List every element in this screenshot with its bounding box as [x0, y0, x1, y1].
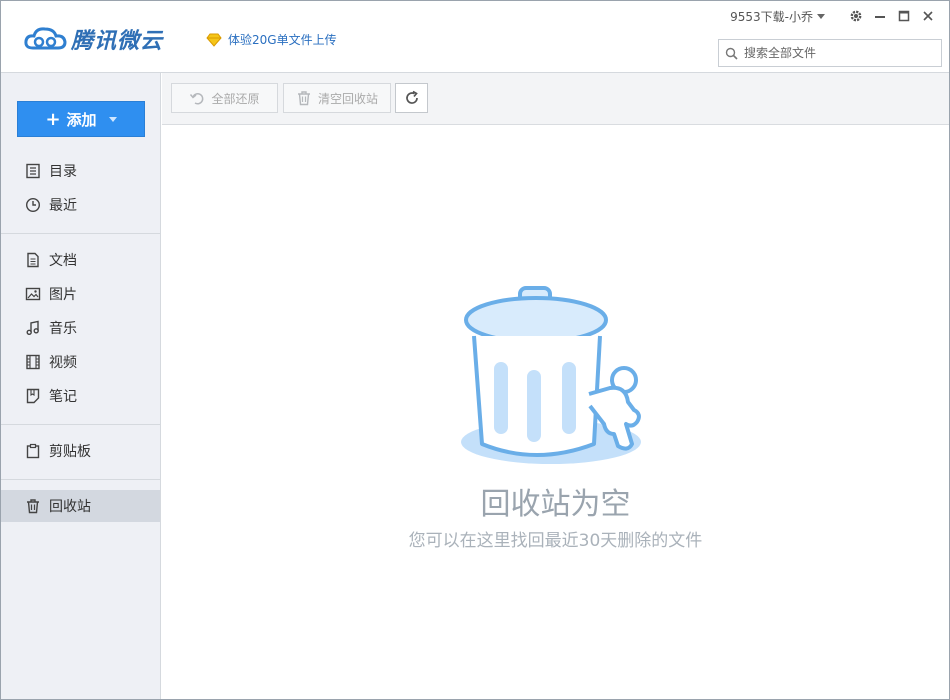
cloud-logo-icon: [24, 27, 67, 50]
sidebar-item-label: 剪贴板: [49, 444, 91, 460]
toolbar: 全部还原 清空回收站: [162, 73, 949, 125]
sidebar-item-label: 文档: [49, 253, 77, 269]
note-icon: [26, 388, 40, 404]
header: 腾讯微云 体验20G单文件上传 9553下载-小乔: [1, 1, 949, 73]
empty-state-subtitle: 您可以在这里找回最近30天删除的文件: [408, 531, 703, 551]
diamond-icon: [206, 33, 222, 47]
sidebar-divider: [1, 233, 160, 234]
chevron-down-icon: [817, 13, 825, 19]
app-logo: 腾讯微云: [23, 23, 163, 55]
title-bar-controls: 9553下载-小乔: [730, 7, 939, 25]
close-button[interactable]: [917, 7, 939, 25]
promo-link[interactable]: 体验20G单文件上传: [206, 31, 337, 48]
sidebar-divider: [1, 479, 160, 480]
chevron-down-icon: [108, 116, 117, 122]
sidebar-item-label: 最近: [49, 198, 77, 214]
clipboard-icon: [26, 443, 40, 459]
clock-icon: [25, 197, 41, 213]
document-icon: [27, 252, 39, 268]
sidebar-item-recycle-bin[interactable]: 回收站: [1, 490, 160, 522]
catalog-icon: [26, 163, 40, 179]
empty-recycle-bin-label: 清空回收站: [317, 91, 378, 106]
logo-text: 腾讯微云: [71, 29, 164, 54]
sidebar-item-documents[interactable]: 文档: [1, 244, 160, 276]
settings-button[interactable]: [845, 7, 867, 25]
sidebar-item-videos[interactable]: 视频: [1, 346, 160, 378]
promo-text: 体验20G单文件上传: [228, 33, 337, 47]
undo-icon: [190, 93, 204, 105]
sidebar-item-label: 音乐: [49, 321, 77, 337]
restore-all-button[interactable]: 全部还原: [171, 83, 278, 113]
user-menu[interactable]: 9553下载-小乔: [730, 8, 825, 25]
user-name: 9553下载-小乔: [730, 9, 813, 24]
sidebar-item-images[interactable]: 图片: [1, 278, 160, 310]
minimize-icon: [875, 16, 885, 18]
sidebar-item-recent[interactable]: 最近: [1, 189, 160, 221]
refresh-button[interactable]: [395, 83, 428, 113]
empty-recycle-bin-illustration: [461, 286, 641, 464]
sidebar-item-catalog[interactable]: 目录: [1, 155, 160, 187]
sidebar-item-label: 笔记: [49, 389, 77, 405]
maximize-button[interactable]: [893, 7, 915, 25]
sidebar-divider: [1, 424, 160, 425]
sidebar: + 添加 目录 最近 文档 图片 音乐 视频 笔记 剪贴板 回收站: [1, 73, 161, 699]
sidebar-item-notes[interactable]: 笔记: [1, 380, 160, 412]
minimize-button[interactable]: [869, 7, 891, 25]
gear-icon: [850, 10, 862, 22]
maximize-icon: [898, 10, 910, 22]
empty-state-title: 回收站为空: [480, 487, 631, 522]
sidebar-item-music[interactable]: 音乐: [1, 312, 160, 344]
empty-recycle-bin-button[interactable]: 清空回收站: [283, 83, 391, 113]
app-window: 腾讯微云 体验20G单文件上传 9553下载-小乔 搜索全部文件 + 添加 目录…: [0, 0, 950, 700]
close-icon: [923, 11, 933, 21]
image-icon: [25, 287, 41, 301]
refresh-icon: [405, 90, 418, 104]
plus-icon: +: [45, 108, 61, 130]
search-icon: [725, 47, 738, 60]
add-button-label: 添加: [66, 110, 97, 129]
trash-icon: [297, 91, 310, 106]
film-icon: [26, 354, 40, 370]
sidebar-item-label: 回收站: [49, 499, 91, 515]
add-button[interactable]: + 添加: [17, 101, 145, 137]
sidebar-item-clipboard[interactable]: 剪贴板: [1, 435, 160, 467]
restore-all-label: 全部还原: [211, 91, 260, 106]
search-input[interactable]: [744, 46, 934, 60]
trash-icon: [27, 499, 39, 514]
sidebar-item-label: 图片: [49, 287, 77, 303]
sidebar-item-label: 视频: [49, 355, 77, 371]
sidebar-item-label: 目录: [49, 164, 77, 180]
search-box: [718, 39, 942, 67]
music-icon: [26, 320, 39, 336]
